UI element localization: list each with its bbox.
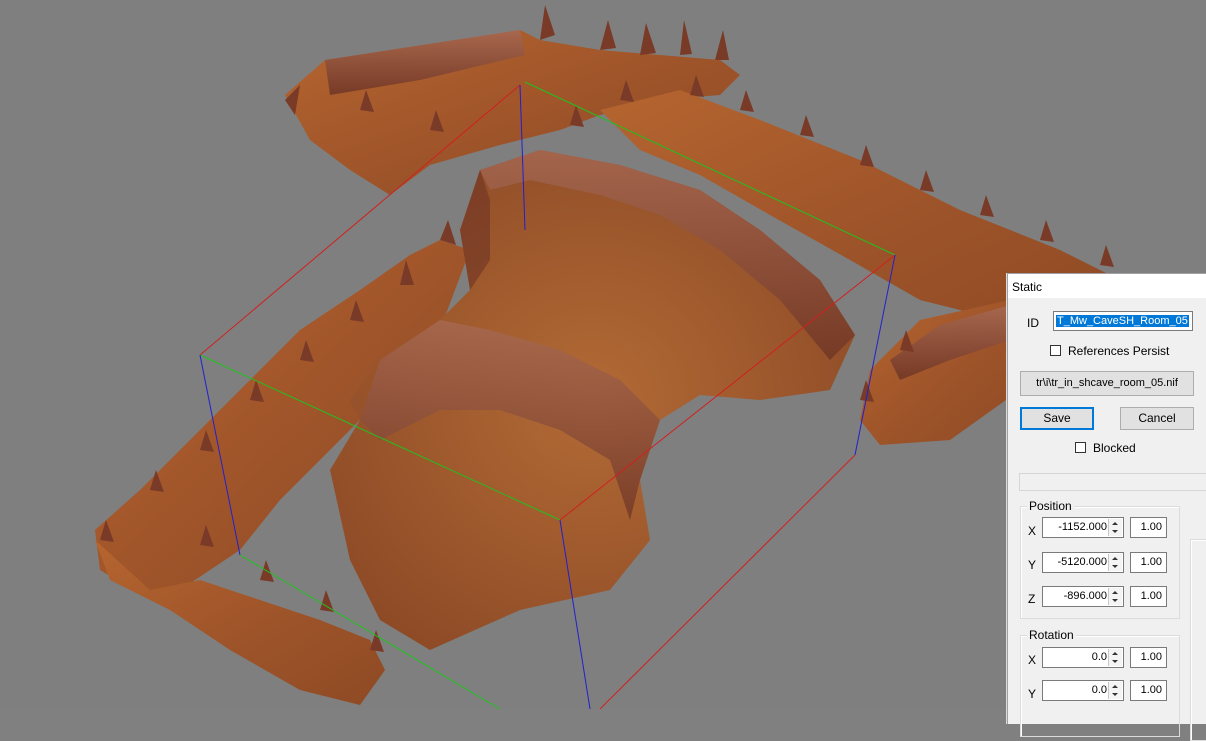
blocked-checkbox[interactable]: [1075, 442, 1086, 453]
references-persist-checkbox[interactable]: [1050, 345, 1061, 356]
blocked-label: Blocked: [1093, 441, 1136, 455]
cancel-button[interactable]: Cancel: [1120, 407, 1194, 430]
divider-bar: [1019, 473, 1206, 491]
cave-room-main: [330, 150, 855, 650]
rotation-group-title: Rotation: [1027, 628, 1076, 642]
position-x-spinner[interactable]: -1152.000: [1042, 517, 1124, 538]
position-group-title: Position: [1027, 499, 1074, 513]
position-z-value: -896.000: [1063, 590, 1107, 602]
position-x-scale[interactable]: 1.00: [1130, 517, 1167, 538]
rotation-y-label: Y: [1028, 687, 1037, 701]
position-y-scale[interactable]: 1.00: [1130, 552, 1167, 573]
position-x-arrows[interactable]: [1108, 519, 1122, 536]
rotation-y-spinner[interactable]: 0.0: [1042, 680, 1124, 701]
id-value: T_Mw_CaveSH_Room_05: [1056, 315, 1189, 327]
save-button[interactable]: Save: [1020, 407, 1094, 430]
position-y-value: -5120.000: [1057, 556, 1107, 568]
id-input[interactable]: T_Mw_CaveSH_Room_05: [1053, 311, 1193, 331]
position-x-value: -1152.000: [1058, 521, 1107, 533]
dialog-title: Static: [1012, 280, 1043, 294]
id-label: ID: [1027, 316, 1039, 330]
model-path-button[interactable]: tr\i\tr_in_shcave_room_05.nif: [1020, 371, 1194, 396]
position-z-spinner[interactable]: -896.000: [1042, 586, 1124, 607]
static-dialog: Static ID T_Mw_CaveSH_Room_05 References…: [1007, 273, 1206, 741]
rotation-x-spinner[interactable]: 0.0: [1042, 647, 1124, 668]
position-z-scale[interactable]: 1.00: [1130, 586, 1167, 607]
position-y-spinner[interactable]: -5120.000: [1042, 552, 1124, 573]
rotation-x-value: 0.0: [1091, 651, 1107, 663]
side-group-partial: [1190, 539, 1206, 741]
rotation-x-scale[interactable]: 1.00: [1130, 647, 1167, 668]
rotation-y-scale[interactable]: 1.00: [1130, 680, 1167, 701]
rotation-x-label: X: [1028, 653, 1037, 667]
dialog-titlebar[interactable]: Static: [1008, 274, 1206, 298]
position-y-label: Y: [1028, 558, 1037, 572]
position-x-label: X: [1028, 524, 1037, 538]
references-persist-label: References Persist: [1068, 344, 1170, 358]
rotation-x-arrows[interactable]: [1108, 649, 1122, 666]
position-z-arrows[interactable]: [1108, 588, 1122, 605]
position-y-arrows[interactable]: [1108, 554, 1122, 571]
rotation-y-value: 0.0: [1091, 684, 1107, 696]
rotation-y-arrows[interactable]: [1108, 682, 1122, 699]
position-z-label: Z: [1028, 592, 1036, 606]
